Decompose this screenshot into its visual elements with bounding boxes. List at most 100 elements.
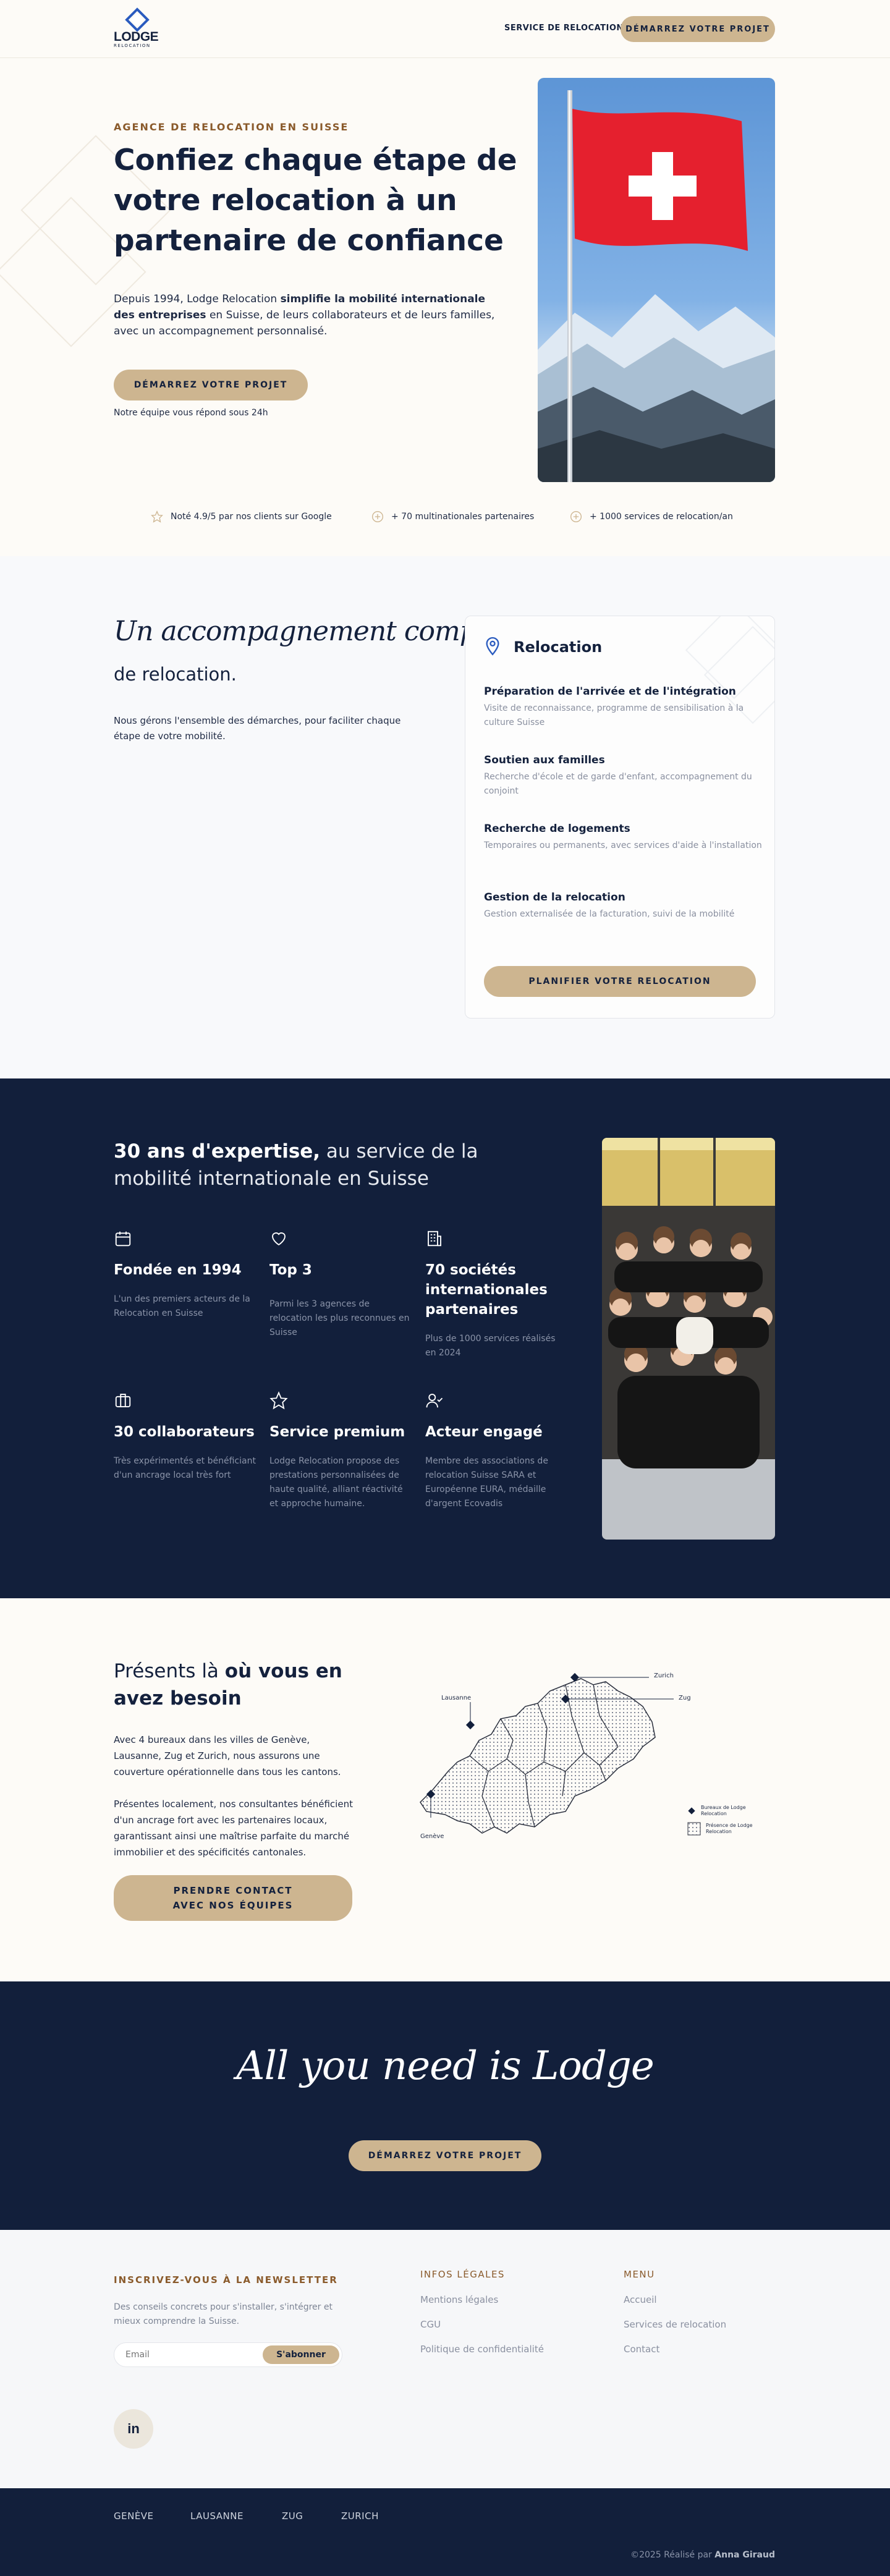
feature-title: Top 3 [269, 1262, 312, 1278]
email-input[interactable] [125, 2348, 249, 2362]
heart-icon [272, 1232, 286, 1246]
hero-title-line3: partenaire de confiance [114, 224, 504, 258]
newsletter-description: Des conseils concrets pour s'installer, … [114, 2302, 333, 2326]
credit: ©2025 Réalisé par Anna Giraud [630, 2550, 775, 2560]
briefcase-icon [115, 1394, 131, 1407]
city-zurich: ZURICH [341, 2510, 379, 2522]
footer: INSCRIVEZ-VOUS À LA NEWSLETTER Des conse… [0, 2230, 890, 2488]
presence-section: Présents là où vous en avez besoin Avec … [0, 1598, 890, 1981]
plan-relocation-button[interactable]: PLANIFIER VOTRE RELOCATION [484, 966, 756, 997]
map-legend: Bureaux de Lodge Relocation Présence de … [687, 1805, 774, 1836]
service-item: Préparation de l'arrivée et de l'intégra… [484, 685, 762, 730]
feature-desc: Très expérimentés et bénéficiant d'un an… [114, 1456, 256, 1480]
cta-band: All you need is Lodge DÉMARREZ VOTRE PRO… [0, 1981, 890, 2230]
service-item-title: Gestion de la relocation [484, 891, 625, 904]
services-title-script: Un accompagnement complet [114, 616, 511, 647]
contact-button-line2: AVEC NOS ÉQUIPES [172, 1900, 294, 1911]
team-photo [602, 1138, 775, 1540]
star-icon [151, 511, 163, 523]
feature-desc: Plus de 1000 services réalisés en 2024 [425, 1334, 556, 1358]
services-section: Un accompagnement complet de relocation.… [0, 556, 890, 1078]
footer-link-contact[interactable]: Contact [624, 2344, 659, 2355]
credit-author-link[interactable]: Anna Giraud [714, 2550, 775, 2560]
expertise-title: 30 ans d'expertise, au service de la mob… [114, 1138, 534, 1192]
flag-scene [538, 90, 775, 482]
feature-title: 70 sociétés internationales partenaires [425, 1262, 548, 1318]
legend-offices-label: Bureaux de Lodge Relocation [701, 1805, 746, 1816]
contact-teams-button[interactable]: PRENDRE CONTACT AVEC NOS ÉQUIPES [114, 1875, 352, 1921]
hero-title-line1: Confiez chaque étape de [114, 143, 517, 177]
site-header: LODGE RELOCATION SERVICE DE RELOCATION D… [0, 0, 890, 58]
hero-cta-button[interactable]: DÉMARREZ VOTRE PROJET [114, 370, 308, 400]
hero-desc-part1: Depuis 1994, Lodge Relocation [114, 293, 281, 305]
city-zug: ZUG [282, 2510, 303, 2522]
service-item: Gestion de la relocation Gestion externa… [484, 891, 762, 922]
hero-badges: Noté 4.9/5 par nos clients sur Google + … [0, 509, 890, 527]
service-item-title: Recherche de logements [484, 823, 630, 835]
newsletter-title: INSCRIVEZ-VOUS À LA NEWSLETTER [114, 2274, 338, 2286]
feature-card: Acteur engagé Membre des associations de… [425, 1391, 567, 1511]
hero-section: AGENCE DE RELOCATION EN SUISSE Confiez c… [0, 59, 890, 556]
presence-title-light: Présents là [114, 1660, 225, 1682]
building-icon [428, 1231, 441, 1247]
linkedin-icon: in [127, 2421, 140, 2436]
legal-title: INFOS LÉGALES [420, 2269, 505, 2280]
services-description: Nous gérons l'ensemble des démarches, po… [114, 715, 401, 742]
service-item-desc: Visite de reconnaissance, programme de s… [484, 703, 744, 727]
map-label-lausanne: Lausanne [441, 1695, 472, 1701]
calendar-icon [115, 1231, 131, 1247]
feature-desc: L'un des premiers acteurs de la Relocati… [114, 1294, 250, 1318]
hero-note: Notre équipe vous répond sous 24h [114, 408, 268, 418]
badge-multinationales: + 70 multinationales partenaires [391, 512, 535, 522]
hero-title: Confiez chaque étape de votre relocation… [114, 140, 522, 261]
expertise-section: 30 ans d'expertise, au service de la mob… [0, 1078, 890, 1598]
linkedin-button[interactable]: in [114, 2409, 153, 2449]
subscribe-button[interactable]: S'abonner [263, 2345, 339, 2364]
plus-circle-icon [570, 511, 582, 522]
hero-image-swiss-flag [538, 78, 775, 482]
cta-band-button[interactable]: DÉMARREZ VOTRE PROJET [349, 2140, 541, 2171]
footer-link-cgu[interactable]: CGU [420, 2319, 441, 2330]
footer-link-privacy[interactable]: Politique de confidentialité [420, 2344, 544, 2355]
service-item: Recherche de logements Temporaires ou pe… [484, 823, 762, 853]
feature-card: Service premium Lodge Relocation propose… [269, 1391, 412, 1511]
feature-card: Top 3 Parmi les 3 agences de relocation … [269, 1229, 412, 1340]
service-item: Soutien aux familles Recherche d'école e… [484, 754, 762, 799]
contact-button-line1: PRENDRE CONTACT [173, 1885, 293, 1896]
feature-card: 70 sociétés internationales partenaires … [425, 1229, 567, 1360]
feature-title: Service premium [269, 1424, 405, 1440]
credit-prefix: ©2025 Réalisé par [630, 2550, 715, 2560]
relocation-card: Relocation Préparation de l'arrivée et d… [465, 616, 775, 1019]
service-item-desc: Gestion externalisée de la facturation, … [484, 909, 735, 919]
service-item-title: Soutien aux familles [484, 754, 605, 766]
hero-eyebrow: AGENCE DE RELOCATION EN SUISSE [114, 121, 349, 133]
feature-title: 30 collaborateurs [114, 1424, 255, 1440]
newsletter-form: S'abonner [114, 2342, 342, 2367]
logo[interactable]: LODGE RELOCATION [114, 7, 163, 52]
hero-description: Depuis 1994, Lodge Relocation simplifie … [114, 291, 509, 339]
logo-diamond-icon [125, 7, 150, 32]
menu-title: MENU [624, 2269, 655, 2280]
feature-desc: Lodge Relocation propose des prestations… [269, 1456, 403, 1509]
legend-presence-label: Présence de Lodge Relocation [706, 1823, 753, 1834]
footer-link-mentions[interactable]: Mentions légales [420, 2294, 498, 2305]
footer-link-services[interactable]: Services de relocation [624, 2319, 726, 2330]
star-icon [269, 1391, 288, 1410]
service-item-desc: Recherche d'école et de garde d'enfant, … [484, 772, 752, 796]
feature-desc: Parmi les 3 agences de relocation les pl… [269, 1299, 410, 1337]
feature-title: Fondée en 1994 [114, 1262, 242, 1278]
diamond-marker-icon [688, 1807, 695, 1815]
city-lausanne: LAUSANNE [190, 2510, 244, 2522]
header-cta-button[interactable]: DÉMARREZ VOTRE PROJET [621, 16, 775, 42]
map-label-zug: Zug [679, 1695, 691, 1701]
logo-text: LODGE [114, 30, 159, 44]
service-item-desc: Temporaires ou permanents, avec services… [484, 841, 762, 850]
expertise-title-bold: 30 ans d'expertise, [114, 1140, 321, 1163]
user-check-icon [426, 1394, 443, 1408]
nav-link-relocation[interactable]: SERVICE DE RELOCATION [504, 23, 624, 33]
feature-card: Fondée en 1994 L'un des premiers acteurs… [114, 1229, 256, 1321]
bottom-bar: GENÈVE LAUSANNE ZUG ZURICH ©2025 Réalisé… [0, 2488, 890, 2576]
city-geneve: GENÈVE [114, 2510, 154, 2522]
footer-link-home[interactable]: Accueil [624, 2294, 657, 2305]
badge-services: + 1000 services de relocation/an [590, 512, 733, 522]
